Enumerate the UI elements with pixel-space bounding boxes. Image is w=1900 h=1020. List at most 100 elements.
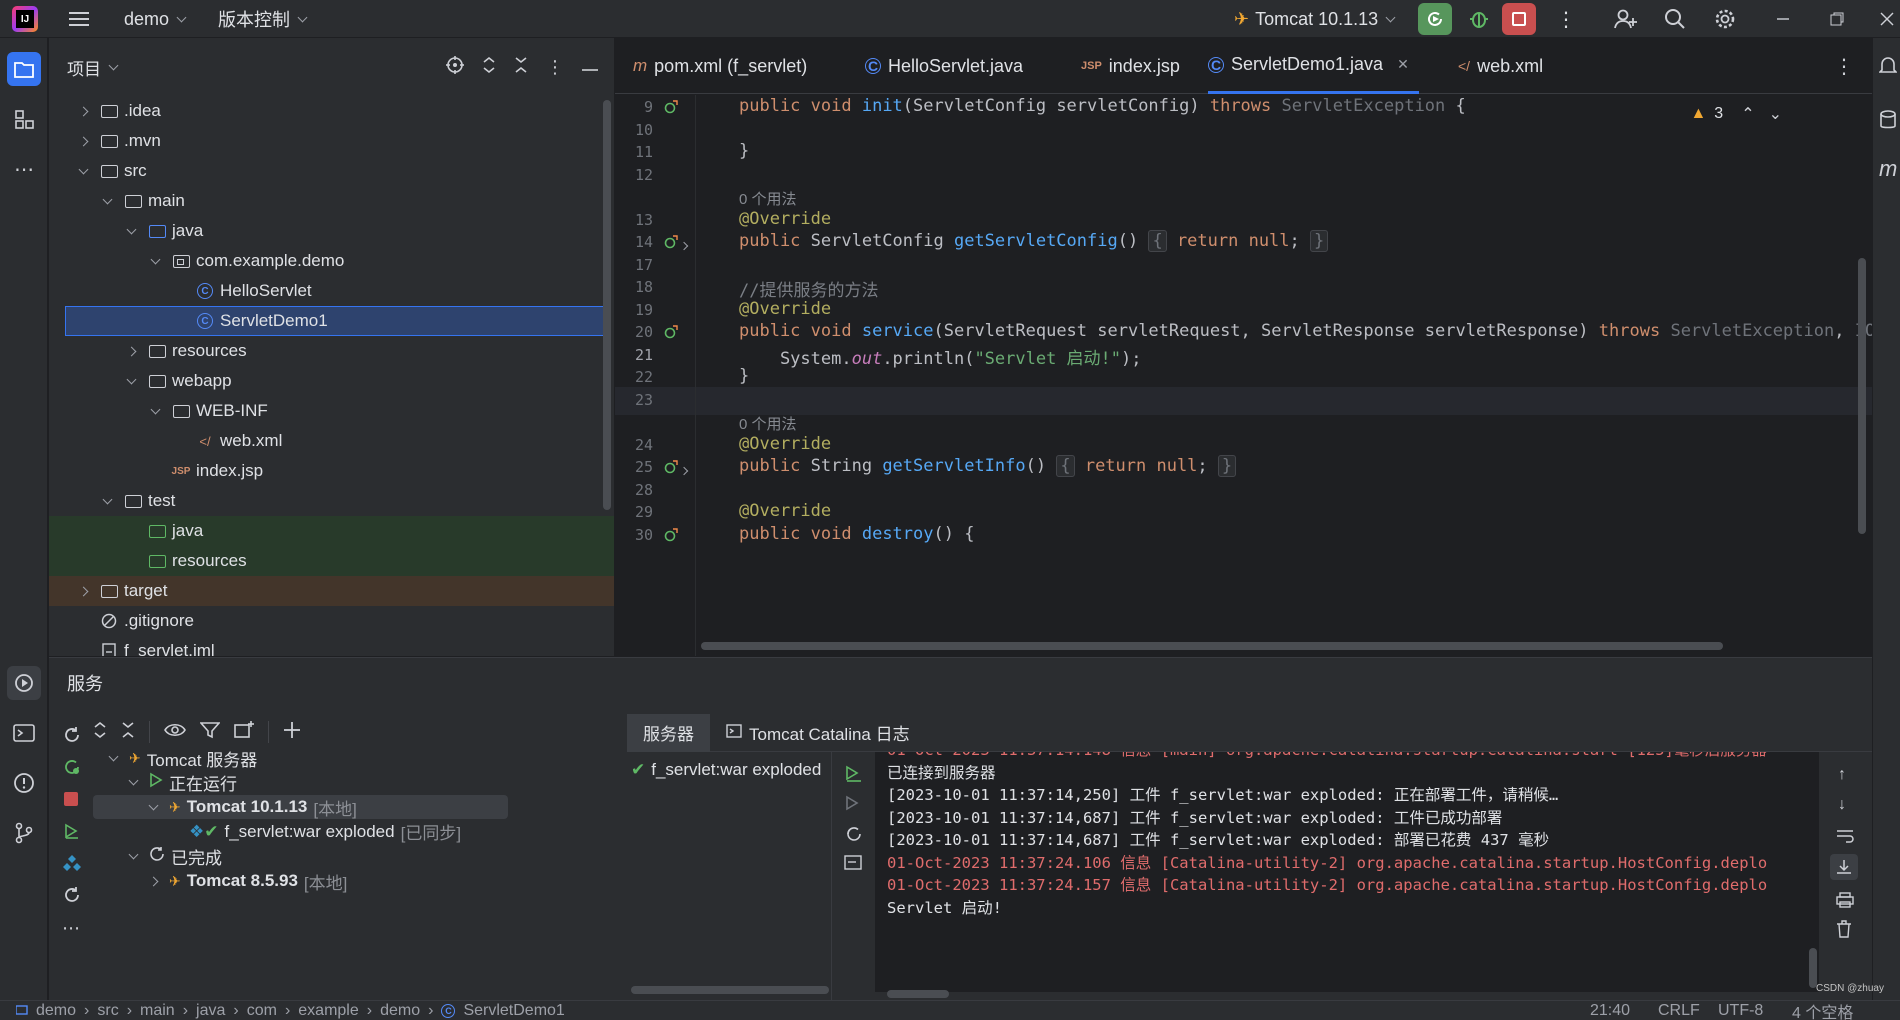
tree-item[interactable]: .gitignore bbox=[49, 606, 614, 636]
line-separator[interactable]: CRLF bbox=[1658, 1001, 1700, 1020]
problems-tool-icon[interactable] bbox=[7, 766, 41, 800]
breadcrumb-item[interactable]: demo bbox=[380, 1002, 420, 1020]
vcs-menu[interactable]: 版本控制 bbox=[218, 0, 308, 38]
tree-item[interactable]: src bbox=[49, 156, 614, 186]
add-user-icon[interactable] bbox=[1614, 0, 1638, 38]
service-item[interactable]: ✈ Tomcat 服务器 bbox=[93, 746, 673, 770]
stop-server-icon[interactable] bbox=[64, 792, 78, 806]
tab-web-xml[interactable]: </ web.xml bbox=[1458, 38, 1543, 94]
stop-button[interactable] bbox=[1502, 3, 1536, 35]
service-item[interactable]: ❖✔ f_servlet:war exploded [已同步] bbox=[93, 820, 673, 844]
update-action-icon[interactable] bbox=[844, 824, 864, 849]
tab-helloservlet[interactable]: C HelloServlet.java bbox=[865, 38, 1023, 94]
chevron-right-icon[interactable] bbox=[75, 586, 91, 596]
override-marker-icon[interactable] bbox=[664, 527, 678, 545]
tree-item[interactable]: .idea bbox=[49, 96, 614, 126]
project-tool-icon[interactable] bbox=[7, 52, 41, 86]
tree-item[interactable]: main bbox=[49, 186, 614, 216]
tree-item[interactable]: com.example.demo bbox=[49, 246, 614, 276]
tab-server[interactable]: 服务器 bbox=[627, 713, 710, 752]
close-tab-icon[interactable]: ✕ bbox=[1397, 56, 1409, 73]
chevron-down-icon[interactable] bbox=[145, 800, 161, 811]
hide-panel-icon[interactable] bbox=[582, 57, 598, 77]
breadcrumb-item[interactable]: java bbox=[196, 1002, 225, 1020]
chevron-down-icon[interactable] bbox=[105, 751, 121, 761]
scroll-up-icon[interactable]: ↑ bbox=[1838, 766, 1846, 784]
usage-hint[interactable]: 0 个用法 bbox=[739, 188, 797, 209]
chevron-down-icon[interactable] bbox=[125, 775, 141, 786]
breadcrumb-item[interactable]: src bbox=[97, 1002, 118, 1020]
eye-icon[interactable] bbox=[164, 722, 186, 743]
tab-pom-xml[interactable]: m pom.xml (f_servlet) bbox=[633, 38, 807, 94]
chevron-down-icon[interactable] bbox=[75, 164, 91, 174]
tree-item[interactable]: java bbox=[49, 516, 614, 546]
expand-all-icon[interactable] bbox=[93, 721, 107, 744]
breadcrumb-item[interactable]: demo bbox=[36, 1002, 76, 1020]
chevron-right-icon[interactable] bbox=[75, 136, 91, 146]
add-service-icon[interactable] bbox=[283, 721, 301, 744]
structure-tool-icon[interactable] bbox=[7, 102, 41, 136]
tree-item[interactable]: C ServletDemo1 bbox=[65, 306, 606, 336]
deployment-scrollbar[interactable] bbox=[631, 986, 829, 994]
soft-wrap-icon[interactable] bbox=[1836, 828, 1854, 849]
tree-item[interactable]: .mvn bbox=[49, 126, 614, 156]
file-encoding[interactable]: UTF-8 bbox=[1718, 1001, 1763, 1020]
chevron-right-icon[interactable] bbox=[145, 876, 161, 886]
service-item[interactable]: 已完成 bbox=[93, 844, 673, 868]
code-area[interactable]: 9 public void init(ServletConfig servletC… bbox=[615, 95, 1872, 656]
close-icon[interactable] bbox=[1880, 0, 1894, 38]
deploy-action-icon[interactable] bbox=[844, 764, 864, 789]
chevron-down-icon[interactable] bbox=[147, 254, 163, 264]
debug-button[interactable] bbox=[1468, 0, 1490, 38]
inspection-widget[interactable]: ▲ 3 ⌃ ⌄ bbox=[1690, 104, 1782, 124]
override-marker-icon[interactable] bbox=[664, 460, 678, 477]
editor-vertical-scrollbar[interactable] bbox=[1858, 258, 1866, 534]
override-marker-icon[interactable] bbox=[664, 235, 678, 252]
usage-hint[interactable]: 0 个用法 bbox=[739, 413, 797, 434]
breadcrumb-item[interactable]: example bbox=[298, 1002, 358, 1020]
options-icon[interactable]: ⋮ bbox=[546, 57, 564, 78]
service-item[interactable]: 正在运行 bbox=[93, 771, 673, 795]
new-tab-icon[interactable] bbox=[234, 720, 254, 744]
more-actions-icon[interactable]: ⋮ bbox=[1556, 0, 1576, 38]
fold-chevron-icon[interactable] bbox=[679, 459, 689, 479]
breadcrumb-item[interactable]: ServletDemo1 bbox=[463, 1002, 564, 1020]
breadcrumb-item[interactable]: com bbox=[247, 1002, 277, 1020]
fold-chevron-icon[interactable] bbox=[679, 234, 689, 254]
tab-catalina-log[interactable]: Tomcat Catalina 日志 bbox=[710, 714, 926, 752]
main-menu-icon[interactable] bbox=[68, 0, 90, 38]
tree-item[interactable]: resources bbox=[49, 546, 614, 576]
override-marker-icon[interactable] bbox=[664, 100, 678, 117]
restart-icon[interactable] bbox=[63, 886, 81, 909]
collapse-all-icon[interactable] bbox=[514, 56, 528, 79]
chevron-right-icon[interactable] bbox=[123, 346, 139, 356]
caret-position[interactable]: 21:40 bbox=[1590, 1001, 1630, 1020]
undeploy-action-icon[interactable] bbox=[844, 794, 864, 819]
deploy-icon[interactable] bbox=[63, 822, 81, 845]
project-panel-title[interactable]: 项目 bbox=[67, 55, 101, 80]
locate-icon[interactable] bbox=[446, 55, 464, 79]
tree-item[interactable]: test bbox=[49, 486, 614, 516]
minimize-icon[interactable] bbox=[1776, 0, 1790, 38]
next-issue-icon[interactable]: ⌄ bbox=[1769, 104, 1782, 124]
tab-index-jsp[interactable]: JSP index.jsp bbox=[1081, 38, 1180, 94]
terminal-tool-icon[interactable] bbox=[7, 716, 41, 750]
maven-icon[interactable]: m bbox=[1879, 156, 1897, 182]
print-icon[interactable] bbox=[1836, 892, 1854, 913]
chevron-down-icon[interactable] bbox=[99, 194, 115, 204]
notifications-icon[interactable] bbox=[1878, 56, 1898, 81]
tree-item[interactable]: java bbox=[49, 216, 614, 246]
search-icon[interactable] bbox=[1664, 0, 1686, 38]
chevron-down-icon[interactable] bbox=[125, 849, 141, 860]
refresh-icon[interactable] bbox=[63, 726, 81, 749]
services-tool-icon[interactable] bbox=[7, 666, 41, 700]
chevron-down-icon[interactable] bbox=[123, 224, 139, 234]
more-tools-icon[interactable]: ⋯ bbox=[7, 152, 41, 186]
run-config-selector[interactable]: ✈ Tomcat 10.1.13 bbox=[1234, 0, 1396, 38]
expand-all-icon[interactable] bbox=[482, 56, 496, 79]
tree-scrollbar[interactable] bbox=[603, 100, 611, 510]
app-logo-icon[interactable]: IJ bbox=[12, 6, 38, 32]
scroll-down-icon[interactable]: ↓ bbox=[1838, 796, 1846, 814]
redeploy-icon[interactable] bbox=[63, 758, 81, 781]
log-vertical-scrollbar[interactable] bbox=[1809, 948, 1817, 988]
